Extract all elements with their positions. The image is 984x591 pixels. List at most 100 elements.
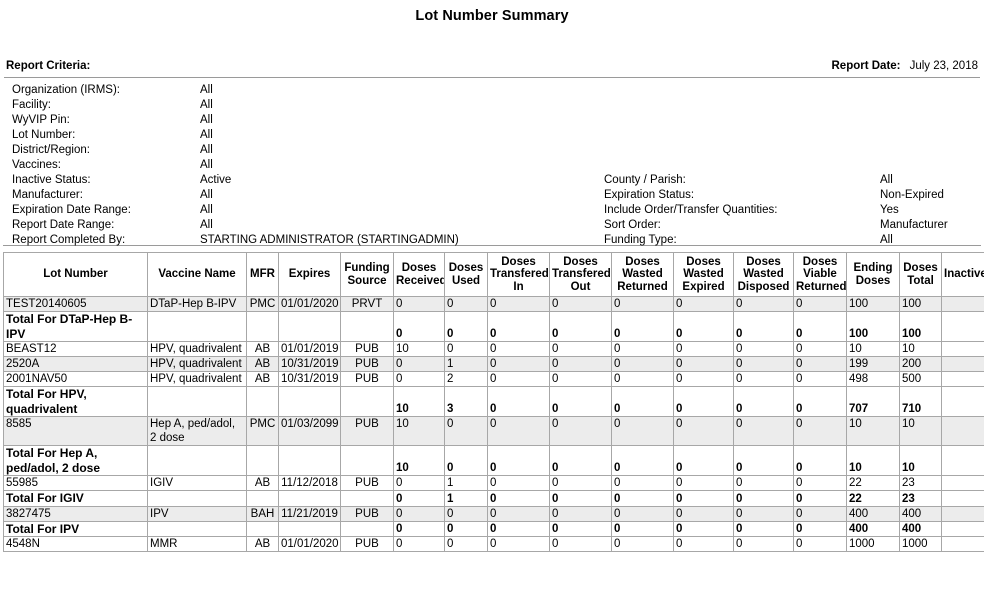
table-row[interactable]: 55985 IGIV AB 11/12/2018 PUB 0 1 0 0 0 0 0 0 22 23 [3,475,984,491]
cell-wasted_expired: 0 [673,520,734,537]
cell-viable_returned: 0 [793,520,847,537]
cell-inactive [941,445,984,476]
cell-used: 0 [444,416,488,446]
cell-wasted_returned: 0 [611,505,674,522]
cell-wasted_returned: 0 [611,356,674,372]
cell-funding: PUB [340,416,394,446]
cell-transfer_out: 0 [549,505,612,522]
cell-inactive [941,296,984,312]
criteria-left-label: Report Completed By: [12,234,126,246]
column-header-doses-wasted-expired[interactable]: Doses Wasted Expired [673,252,734,297]
cell-vaccine: HPV, quadrivalent [147,371,247,387]
cell-funding [340,311,394,342]
table-row[interactable]: 2001NAV50 HPV, quadrivalent AB 10/31/2019 PU… [3,371,984,387]
cell-inactive [941,416,984,446]
cell-wasted_returned: 0 [611,386,674,417]
cell-viable_returned: 0 [793,296,847,312]
cell-ending: 22 [846,490,900,507]
criteria-left-label: Facility: [12,99,51,111]
column-header-vaccine-name[interactable]: Vaccine Name [147,252,247,297]
table-row[interactable]: 8585 Hep A, ped/adol, 2 dose PMC 01/03/2099… [3,416,984,446]
cell-wasted_disposed: 0 [733,416,794,446]
criteria-left-row: Report Date Range: All [12,218,459,233]
column-header-funding-source[interactable]: Funding Source [340,252,394,297]
cell-funding: PUB [340,475,394,491]
column-header-ending-doses[interactable]: Ending Doses [846,252,900,297]
criteria-left-value: All [200,204,213,216]
cell-ending: 100 [846,311,900,342]
table-header-row: Lot Number Vaccine Name MFR Expires Funding … [3,252,984,297]
column-header-doses-received[interactable]: Doses Received [393,252,445,297]
cell-wasted_expired: 0 [673,536,734,552]
cell-ending: 10 [846,445,900,476]
table-total-row[interactable]: Total For IGIV 0 1 0 0 0 0 0 0 22 23 [3,490,984,507]
table-row[interactable]: BEAST12 HPV, quadrivalent AB 01/01/2019 PUB 1… [3,341,984,357]
table-total-row[interactable]: Total For Hep A, ped/adol, 2 dose 10 0 0 0 0 0… [3,445,984,476]
cell-wasted_returned: 0 [611,445,674,476]
cell-transfer_in: 0 [487,311,550,342]
criteria-column-right: County / Parish: All Expiration Status: Non… [604,173,948,248]
cell-total: 1000 [899,536,942,552]
cell-inactive [941,386,984,417]
cell-vaccine: HPV, quadrivalent [147,341,247,357]
cell-expires [278,386,341,417]
cell-received: 0 [393,505,445,522]
criteria-right-label: County / Parish: [604,174,686,186]
criteria-right-row: Sort Order: Manufacturer [604,218,948,233]
cell-funding: PUB [340,341,394,357]
cell-transfer_out: 0 [549,520,612,537]
cell-mfr: AB [246,356,279,372]
cell-wasted_expired: 0 [673,445,734,476]
cell-wasted_disposed: 0 [733,371,794,387]
cell-wasted_returned: 0 [611,475,674,491]
table-total-row[interactable]: Total For DTaP-Hep B-IPV 0 0 0 0 0 0 0 0 100 100 [3,311,984,342]
criteria-left-label: Manufacturer: [12,189,83,201]
cell-expires: 01/03/2099 [278,416,341,446]
cell-expires: 11/21/2019 [278,505,341,522]
cell-transfer_in: 0 [487,356,550,372]
table-row[interactable]: 4548N MMR AB 01/01/2020 PUB 0 0 0 0 0 0 0 0 1000 1000 [3,536,984,552]
column-header-inactive[interactable]: Inactive [941,252,984,297]
criteria-right-value: Manufacturer [880,219,948,231]
cell-wasted_expired: 0 [673,296,734,312]
cell-viable_returned: 0 [793,356,847,372]
cell-wasted_returned: 0 [611,536,674,552]
criteria-left-row: Manufacturer: All [12,188,459,203]
table-total-row[interactable]: Total For HPV, quadrivalent 10 3 0 0 0 0 0 0 707 7… [3,386,984,417]
column-header-doses-total[interactable]: Doses Total [899,252,942,297]
column-header-doses-wasted-disposed[interactable]: Doses Wasted Disposed [733,252,794,297]
cell-wasted_expired: 0 [673,311,734,342]
report-criteria-label: Report Criteria: [6,60,91,72]
cell-wasted_expired: 0 [673,371,734,387]
cell-lot: 4548N [3,536,148,552]
report-date-label: Report Date: [831,60,901,72]
cell-total: 23 [899,475,942,491]
column-header-doses-transfered-out[interactable]: Doses Transfered Out [549,252,612,297]
table-row[interactable]: 2520A HPV, quadrivalent AB 10/31/2019 PUB 0 1 0… [3,356,984,372]
table-row[interactable]: 3827475 IPV BAH 11/21/2019 PUB 0 0 0 0 0 0 0 0 400 400 [3,505,984,522]
cell-used: 1 [444,475,488,491]
table-row[interactable]: TEST20140605 DTaP-Hep B-IPV PMC 01/01/2020 P… [3,296,984,312]
cell-wasted_disposed: 0 [733,520,794,537]
cell-vaccine [147,520,247,537]
cell-viable_returned: 0 [793,386,847,417]
table-total-row[interactable]: Total For IPV 0 0 0 0 0 0 0 0 400 400 [3,520,984,537]
cell-transfer_in: 0 [487,490,550,507]
cell-ending: 1000 [846,536,900,552]
cell-viable_returned: 0 [793,536,847,552]
cell-transfer_in: 0 [487,386,550,417]
column-header-doses-used[interactable]: Doses Used [444,252,488,297]
column-header-expires[interactable]: Expires [278,252,341,297]
cell-ending: 400 [846,505,900,522]
column-header-doses-wasted-returned[interactable]: Doses Wasted Returned [611,252,674,297]
criteria-left-row: Vaccines: All [12,158,459,173]
criteria-left-row: Report Completed By: STARTING ADMINISTRAT… [12,233,459,248]
criteria-left-label: Inactive Status: [12,174,91,186]
cell-mfr: PMC [246,296,279,312]
column-header-lot-number[interactable]: Lot Number [3,252,148,297]
column-header-mfr[interactable]: MFR [246,252,279,297]
cell-wasted_expired: 0 [673,386,734,417]
column-header-doses-viable-returned[interactable]: Doses Viable Returned [793,252,847,297]
column-header-doses-transfered-in[interactable]: Doses Transfered In [487,252,550,297]
cell-viable_returned: 0 [793,341,847,357]
